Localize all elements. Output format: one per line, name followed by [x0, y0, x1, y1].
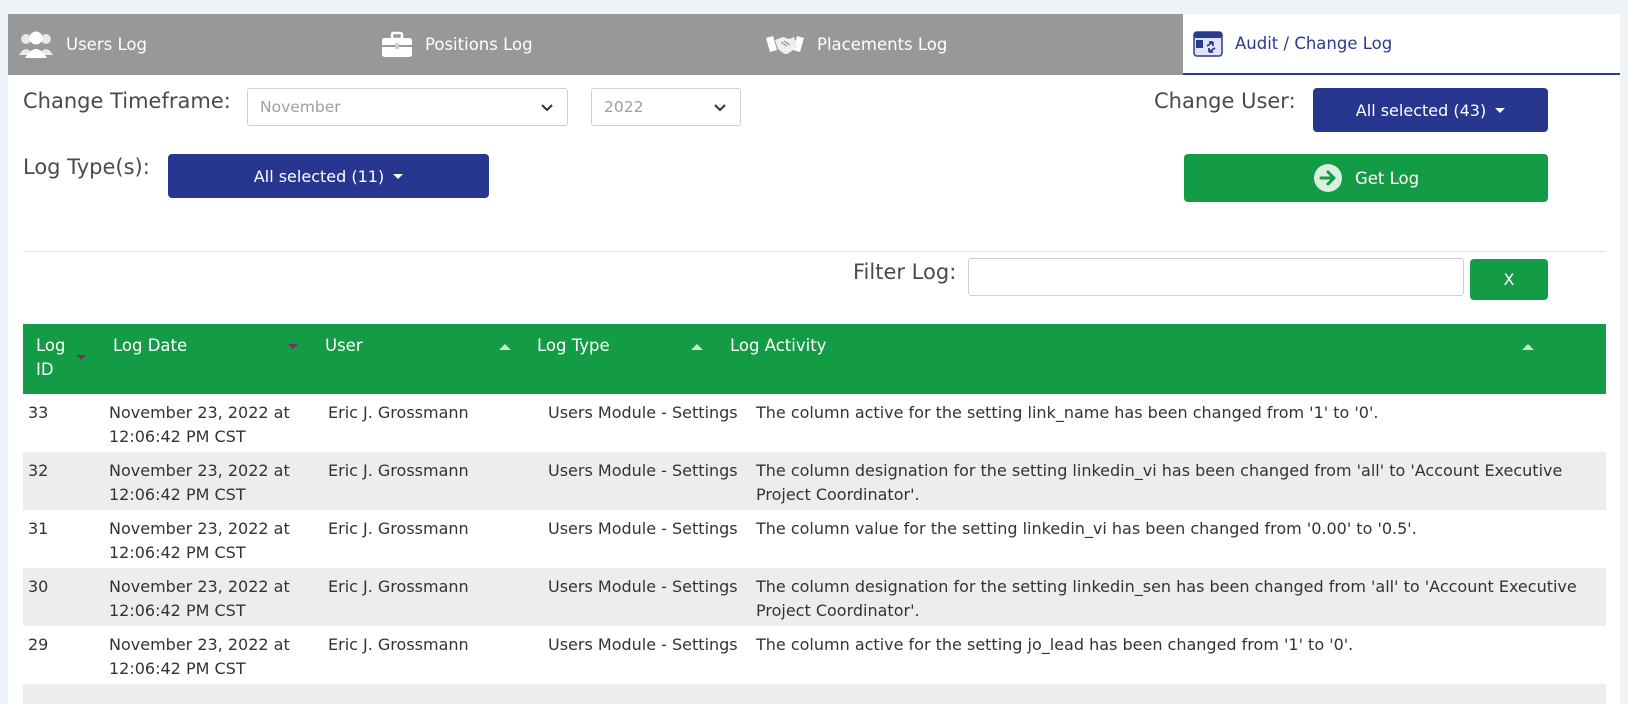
cell-log-date: November 23, 2022 at 12:06:42 PM CST — [109, 633, 319, 681]
cell-log-activity: The column designation for the setting l… — [756, 461, 1563, 504]
tab-label: Placements Log — [817, 35, 948, 54]
tab-label: Users Log — [66, 35, 147, 54]
cell-log-date-line1: November 23, 2022 at — [109, 635, 290, 654]
cell-user: Eric J. Grossmann — [328, 635, 469, 654]
tab-bar: Users Log Positions Log Placements Log A… — [8, 14, 1620, 75]
sort-asc-icon[interactable] — [499, 344, 511, 350]
get-log-label: Get Log — [1354, 168, 1420, 188]
tab-label: Audit / Change Log — [1235, 34, 1393, 53]
cell-log-type: Users Module - Settings — [548, 403, 738, 422]
filter-log-input[interactable] — [968, 258, 1464, 296]
cell-log-activity: The column value for the setting linkedi… — [756, 519, 1417, 538]
cell-log-activity: The column designation for the setting l… — [756, 577, 1577, 620]
handshake-icon — [765, 32, 805, 58]
sort-desc-icon[interactable] — [76, 355, 86, 360]
cell-user: Eric J. Grossmann — [328, 461, 469, 480]
audit-icon — [1193, 30, 1223, 58]
divider — [23, 251, 1606, 252]
table-row: 29 November 23, 2022 at 12:06:42 PM CST E… — [23, 626, 1606, 684]
log-type-multiselect-label: All selected (11) — [253, 166, 385, 186]
cell-log-date-line2: 12:06:42 PM CST — [109, 601, 246, 620]
cell-log-date: November 23, 2022 at 12:06:42 PM CST — [109, 575, 319, 623]
col-header-log-date[interactable]: Log Date — [113, 334, 187, 358]
table-row — [23, 684, 1606, 704]
cell-log-date: November 23, 2022 at 12:06:42 PM CST — [109, 401, 319, 449]
cell-log-date-line1: November 23, 2022 at — [109, 519, 290, 538]
month-value: November — [260, 98, 341, 116]
clear-filter-button[interactable]: X — [1470, 259, 1548, 300]
cell-user: Eric J. Grossmann — [328, 403, 469, 422]
log-panel: Users Log Positions Log Placements Log A… — [8, 14, 1620, 704]
cell-log-id: 29 — [28, 635, 49, 654]
users-icon — [18, 30, 54, 60]
user-multiselect[interactable]: All selected (43) — [1313, 88, 1548, 132]
col-header-log-activity[interactable]: Log Activity — [730, 334, 826, 358]
get-log-button[interactable]: Get Log — [1184, 154, 1548, 202]
cell-log-date-line2: 12:06:42 PM CST — [109, 659, 246, 678]
cell-user: Eric J. Grossmann — [328, 519, 469, 538]
cell-log-id: 32 — [28, 461, 49, 480]
cell-log-date-line1: November 23, 2022 at — [109, 577, 290, 596]
tab-positions-log[interactable]: Positions Log — [381, 14, 765, 75]
cell-log-date-line2: 12:06:42 PM CST — [109, 427, 246, 446]
sort-asc-icon[interactable] — [691, 344, 703, 350]
tab-audit-change-log[interactable]: Audit / Change Log — [1183, 14, 1620, 75]
year-select[interactable]: 2022 — [591, 88, 741, 126]
year-value: 2022 — [604, 98, 644, 116]
cell-log-id: 31 — [28, 519, 49, 538]
table-row: 30 November 23, 2022 at 12:06:42 PM CST E… — [23, 568, 1606, 626]
log-type-multiselect[interactable]: All selected (11) — [168, 154, 489, 198]
user-multiselect-label: All selected (43) — [1355, 100, 1487, 120]
cell-log-date-line2: 12:06:42 PM CST — [109, 485, 246, 504]
chevron-down-icon — [541, 104, 553, 112]
cell-log-date: November 23, 2022 at 12:06:42 PM CST — [109, 517, 319, 565]
filter-log-label: Filter Log: — [853, 260, 957, 284]
caret-down-icon — [1495, 107, 1506, 113]
change-user-label: Change User: — [1154, 89, 1296, 113]
col-header-log-id[interactable]: Log ID — [36, 334, 65, 382]
cell-log-date-line1: November 23, 2022 at — [109, 403, 290, 422]
timeframe-label: Change Timeframe: — [23, 89, 231, 113]
caret-down-icon — [393, 173, 404, 179]
cell-log-date-line2: 12:06:42 PM CST — [109, 543, 246, 562]
col-header-log-id-line2: ID — [36, 360, 54, 379]
sort-asc-icon[interactable] — [1522, 344, 1534, 350]
tab-label: Positions Log — [425, 35, 533, 54]
cell-log-id: 30 — [28, 577, 49, 596]
sort-desc-icon[interactable] — [288, 344, 298, 349]
table-row: 31 November 23, 2022 at 12:06:42 PM CST E… — [23, 510, 1606, 568]
cell-log-date: November 23, 2022 at 12:06:42 PM CST — [109, 459, 319, 507]
cell-log-activity: The column active for the setting jo_lea… — [756, 635, 1354, 654]
col-header-user[interactable]: User — [325, 334, 363, 358]
cell-log-date-line1: November 23, 2022 at — [109, 461, 290, 480]
table-header: Log ID Log Date User Log Type Log Activi… — [23, 324, 1606, 394]
cell-log-id: 33 — [28, 403, 49, 422]
arrow-right-circle-icon — [1313, 164, 1342, 192]
cell-user: Eric J. Grossmann — [328, 577, 469, 596]
table-row: 33 November 23, 2022 at 12:06:42 PM CST E… — [23, 394, 1606, 452]
cell-log-type: Users Module - Settings — [548, 635, 738, 654]
cell-log-type: Users Module - Settings — [548, 519, 738, 538]
tab-placements-log[interactable]: Placements Log — [765, 14, 1183, 75]
cell-log-type: Users Module - Settings — [548, 461, 738, 480]
month-select[interactable]: November — [247, 88, 568, 126]
log-type-label: Log Type(s): — [23, 155, 150, 179]
chevron-down-icon — [714, 104, 726, 112]
col-header-log-id-line1: Log — [36, 336, 66, 355]
col-header-log-type[interactable]: Log Type — [537, 334, 610, 358]
briefcase-icon — [381, 31, 413, 59]
tab-users-log[interactable]: Users Log — [8, 14, 381, 75]
table-row: 32 November 23, 2022 at 12:06:42 PM CST E… — [23, 452, 1606, 510]
cell-log-type: Users Module - Settings — [548, 577, 738, 596]
cell-log-activity: The column active for the setting link_n… — [756, 403, 1379, 422]
